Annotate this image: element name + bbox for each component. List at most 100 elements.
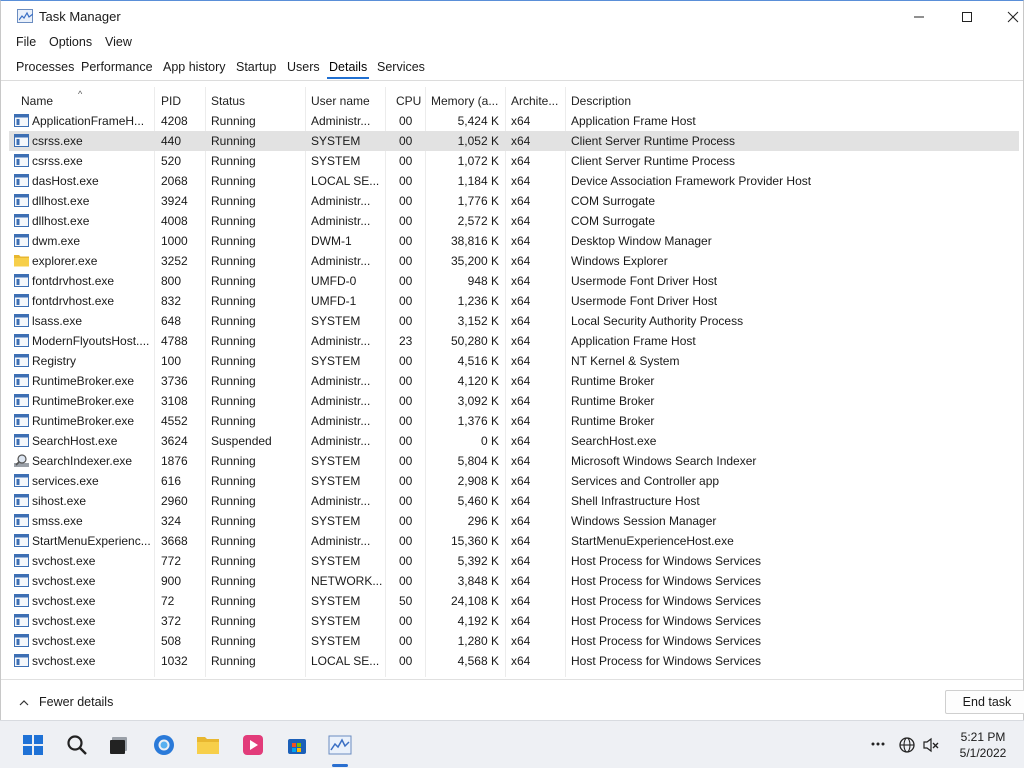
table-row[interactable]: services.exe 616 Running SYSTEM 00 2,908 K x64… (9, 471, 1019, 491)
network-globe-icon[interactable] (898, 736, 916, 757)
cell-name: dllhost.exe (32, 194, 90, 208)
column-header-status[interactable]: Status (211, 94, 303, 108)
cell-name: fontdrvhost.exe (32, 294, 115, 308)
cell-cpu: 00 (399, 254, 413, 268)
column-header-pid[interactable]: PID (161, 94, 203, 108)
table-row[interactable]: Registry 100 Running SYSTEM 00 4,516 K x64 NT K… (9, 351, 1019, 371)
window-title: Task Manager (39, 9, 121, 24)
tab-app-history[interactable]: App history (163, 60, 226, 74)
column-header-memory[interactable]: Memory (a... (431, 94, 505, 108)
cell-pid: 1000 (161, 234, 188, 248)
cell-user-name: NETWORK... (311, 574, 383, 588)
cell-name: SearchHost.exe (32, 434, 118, 448)
cell-description: Usermode Font Driver Host (571, 294, 718, 308)
cell-memory: 1,376 K (457, 414, 499, 428)
process-icon (14, 114, 29, 127)
start-icon[interactable] (20, 732, 46, 758)
table-row[interactable]: dwm.exe 1000 Running DWM-1 00 38,816 K x64 Desk… (9, 231, 1019, 251)
table-row[interactable]: ModernFlyoutsHost.... 4788 Running Administ… (9, 331, 1019, 351)
menu-view[interactable]: View (105, 35, 132, 49)
table-row[interactable]: csrss.exe 520 Running SYSTEM 00 1,072 K x64 Cli… (9, 151, 1019, 171)
column-header-user-name[interactable]: User name (311, 94, 383, 108)
menu-bar: File Options View (1, 33, 1023, 53)
cell-user-name: SYSTEM (311, 154, 361, 168)
cell-cpu: 00 (399, 114, 413, 128)
task-manager-icon[interactable] (327, 732, 353, 758)
cell-user-name: Administr... (311, 434, 371, 448)
volume-muted-icon[interactable] (922, 736, 940, 757)
cell-cpu: 00 (399, 234, 413, 248)
table-row[interactable]: svchost.exe 772 Running SYSTEM 00 5,392 K x64 H… (9, 551, 1019, 571)
end-task-button[interactable]: End task (945, 690, 1024, 714)
maximize-button[interactable] (944, 1, 990, 32)
system-clock[interactable]: 5:21 PM 5/1/2022 (948, 729, 1018, 761)
table-row[interactable]: svchost.exe 1032 Running LOCAL SE... 00 4,568… (9, 651, 1019, 671)
fewer-details-button[interactable]: Fewer details (19, 695, 113, 709)
table-row[interactable]: RuntimeBroker.exe 4552 Running Administr...… (9, 411, 1019, 431)
table-row[interactable]: svchost.exe 900 Running NETWORK... 00 3,848 K… (9, 571, 1019, 591)
table-row[interactable]: explorer.exe 3252 Running Administr... 00 35,… (9, 251, 1019, 271)
browser-icon[interactable] (151, 732, 177, 758)
table-row[interactable]: dasHost.exe 2068 Running LOCAL SE... 00 1,184… (9, 171, 1019, 191)
minimize-button[interactable] (896, 1, 942, 32)
table-row[interactable]: svchost.exe 372 Running SYSTEM 00 4,192 K x64 H… (9, 611, 1019, 631)
cell-name: fontdrvhost.exe (32, 274, 115, 288)
menu-file[interactable]: File (16, 35, 36, 49)
cell-name: StartMenuExperienc... (32, 534, 150, 548)
process-icon (14, 414, 29, 427)
task-view-icon[interactable] (106, 732, 132, 758)
column-header-architecture[interactable]: Archite... (511, 94, 565, 108)
table-row[interactable]: StartMenuExperienc... 3668 Running Administ… (9, 531, 1019, 551)
file-explorer-icon[interactable] (195, 732, 221, 758)
table-row[interactable]: dllhost.exe 3924 Running Administr... 00 1,77… (9, 191, 1019, 211)
tab-processes[interactable]: Processes (16, 60, 74, 74)
tab-details[interactable]: Details (326, 60, 370, 79)
table-row[interactable]: lsass.exe 648 Running SYSTEM 00 3,152 K x64 Loc… (9, 311, 1019, 331)
table-row[interactable]: svchost.exe 72 Running SYSTEM 50 24,108 K x64 H… (9, 591, 1019, 611)
cell-architecture: x64 (511, 254, 531, 268)
table-row[interactable]: smss.exe 324 Running SYSTEM 00 296 K x64 Window… (9, 511, 1019, 531)
cell-description: Application Frame Host (571, 114, 696, 128)
tab-services[interactable]: Services (377, 60, 425, 74)
table-row[interactable]: RuntimeBroker.exe 3736 Running Administr...… (9, 371, 1019, 391)
cell-architecture: x64 (511, 414, 531, 428)
cell-user-name: UMFD-0 (311, 274, 357, 288)
cell-architecture: x64 (511, 314, 531, 328)
cell-description: Device Association Framework Provider Ho… (571, 174, 812, 188)
search-icon[interactable] (64, 732, 90, 758)
cell-description: SearchHost.exe (571, 434, 657, 448)
table-row[interactable]: csrss.exe 440 Running SYSTEM 00 1,052 K x64 Cli… (9, 131, 1019, 151)
menu-options[interactable]: Options (49, 35, 92, 49)
cell-description: Microsoft Windows Search Indexer (571, 454, 757, 468)
table-row[interactable]: fontdrvhost.exe 832 Running UMFD-1 00 1,236 K… (9, 291, 1019, 311)
cell-pid: 520 (161, 154, 182, 168)
details-table[interactable]: ^ Name PID Status User name CPU Memory (… (9, 87, 1021, 677)
table-row[interactable]: sihost.exe 2960 Running Administr... 00 5,460… (9, 491, 1019, 511)
cell-status: Running (211, 634, 256, 648)
cell-architecture: x64 (511, 114, 531, 128)
cell-memory: 5,460 K (457, 494, 499, 508)
overflow-dots-icon[interactable] (870, 736, 886, 755)
tab-performance[interactable]: Performance (81, 60, 153, 74)
tab-startup[interactable]: Startup (236, 60, 276, 74)
tab-users[interactable]: Users (287, 60, 320, 74)
column-header-name[interactable]: Name (21, 94, 151, 108)
store-icon[interactable] (284, 732, 310, 758)
table-row[interactable]: svchost.exe 508 Running SYSTEM 00 1,280 K x64 H… (9, 631, 1019, 651)
close-button[interactable] (990, 1, 1024, 32)
table-row[interactable]: dllhost.exe 4008 Running Administr... 00 2,57… (9, 211, 1019, 231)
column-header-cpu[interactable]: CPU (396, 94, 424, 108)
cell-cpu: 00 (399, 514, 413, 528)
cell-name: svchost.exe (32, 554, 96, 568)
table-row[interactable]: ApplicationFrameH... 4208 Running Administr… (9, 111, 1019, 131)
table-row[interactable]: RuntimeBroker.exe 3108 Running Administr...… (9, 391, 1019, 411)
table-row[interactable]: fontdrvhost.exe 800 Running UMFD-0 00 948 K x6… (9, 271, 1019, 291)
cell-architecture: x64 (511, 174, 531, 188)
media-player-icon[interactable] (240, 732, 266, 758)
column-header-description[interactable]: Description (571, 94, 771, 108)
table-row[interactable]: SearchHost.exe 3624 Suspended Administr... 0… (9, 431, 1019, 451)
title-bar[interactable]: Task Manager (1, 1, 1023, 32)
cell-description: Local Security Authority Process (571, 314, 744, 328)
table-row[interactable]: SearchIndexer.exe 1876 Running SYSTEM 00 5,80… (9, 451, 1019, 471)
cell-memory: 1,072 K (457, 154, 499, 168)
